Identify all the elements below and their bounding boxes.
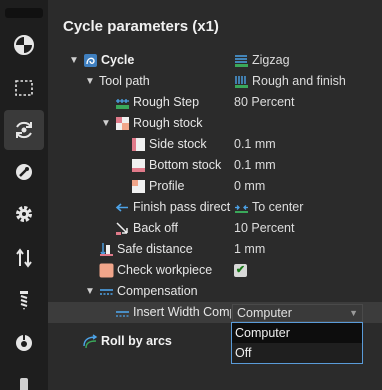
tree-row-rough-step[interactable]: Rough Step 80 Percent xyxy=(48,92,382,113)
roll-by-arcs-icon xyxy=(83,334,98,349)
tree-row-profile[interactable]: Profile 0 mm xyxy=(48,176,382,197)
tree-label: Check workpiece xyxy=(117,263,213,277)
tree-value: To center xyxy=(252,200,304,214)
tree-value: 0.1 mm xyxy=(234,158,276,172)
tree-row-check-workpiece[interactable]: Check workpiece ✔ xyxy=(48,260,382,281)
dropdown-option-off[interactable]: Off xyxy=(232,343,362,363)
tree-row-safe-distance[interactable]: Safe distance 1 mm xyxy=(48,239,382,260)
collapse-arrow-icon[interactable]: ▼ xyxy=(100,113,112,134)
rough-stock-icon xyxy=(115,116,130,131)
tree-label: Profile xyxy=(149,179,185,193)
tree-row-tool-path[interactable]: ▼ Tool path Rough and finish xyxy=(48,71,382,92)
tree-value: 10 Percent xyxy=(234,221,295,235)
tree-label: Rough stock xyxy=(133,116,203,130)
spindle-icon[interactable] xyxy=(4,322,44,362)
cycle-icon xyxy=(83,53,98,68)
tree-label: Side stock xyxy=(149,137,207,151)
check-workpiece-checkbox[interactable]: ✔ xyxy=(234,264,247,277)
tree-label: Safe distance xyxy=(117,242,193,256)
tree-value: 0 mm xyxy=(234,179,266,193)
profile-icon xyxy=(131,179,146,194)
rough-step-icon xyxy=(115,95,130,110)
gear-icon[interactable] xyxy=(4,194,44,234)
tree-row-compensation[interactable]: ▼ Compensation xyxy=(48,281,382,302)
rough-finish-icon xyxy=(234,74,249,89)
drill-bit-icon[interactable] xyxy=(4,280,44,320)
tree-label: Finish pass direction xyxy=(133,200,231,214)
chevron-down-icon[interactable]: ▼ xyxy=(349,305,358,321)
combo-value: Computer xyxy=(237,306,292,320)
tree-label: Roll by arcs xyxy=(101,334,172,348)
safe-distance-icon xyxy=(99,242,114,257)
sidebar-scroll-handle[interactable] xyxy=(20,378,28,390)
back-off-icon xyxy=(115,221,130,236)
dashed-rect-icon[interactable] xyxy=(4,68,44,108)
tool-sidebar xyxy=(0,0,48,390)
insert-width-icon xyxy=(115,305,130,320)
dropdown-option-computer[interactable]: Computer xyxy=(232,323,362,343)
tree-value: Zigzag xyxy=(252,53,290,67)
zigzag-icon xyxy=(234,53,249,68)
collapse-arrow-icon[interactable]: ▼ xyxy=(68,50,80,71)
tree-row-back-off[interactable]: Back off 10 Percent xyxy=(48,218,382,239)
tree-row-finish-pass[interactable]: Finish pass direction To center xyxy=(48,197,382,218)
compensation-icon xyxy=(99,284,114,299)
tree-label: Back off xyxy=(133,221,178,235)
transfer-arrows-icon[interactable] xyxy=(4,238,44,278)
tree-value: Rough and finish xyxy=(252,74,346,88)
sidebar-top-bar xyxy=(5,8,43,18)
to-center-icon xyxy=(234,200,249,215)
side-stock-icon xyxy=(131,137,146,152)
panel-title: Cycle parameters (x1) xyxy=(63,18,219,35)
tree-label: Insert Width Compensation xyxy=(133,305,231,319)
tree-row-bottom-stock[interactable]: Bottom stock 0.1 mm xyxy=(48,155,382,176)
collapse-arrow-icon[interactable]: ▼ xyxy=(84,281,96,302)
cycle-parameters-panel: Cycle parameters (x1) ▼ Cycle Zigzag ▼ T… xyxy=(48,0,382,390)
tree-value: 1 mm xyxy=(234,242,266,256)
bottom-stock-icon xyxy=(131,158,146,173)
tree-value: 80 Percent xyxy=(234,95,295,109)
tree-label: Cycle xyxy=(101,53,135,67)
tree-row-rough-stock[interactable]: ▼ Rough stock xyxy=(48,113,382,134)
tree-label: Bottom stock xyxy=(149,158,222,172)
tree-row-side-stock[interactable]: Side stock 0.1 mm xyxy=(48,134,382,155)
tree-label: Compensation xyxy=(117,284,198,298)
wrench-icon[interactable] xyxy=(4,152,44,192)
collapse-arrow-icon[interactable]: ▼ xyxy=(84,71,96,92)
workpiece-icon xyxy=(99,263,114,278)
insert-width-combo[interactable]: Computer ▼ xyxy=(232,304,363,322)
tree-row-cycle[interactable]: ▼ Cycle Zigzag xyxy=(48,50,382,71)
cycle-rotate-icon[interactable] xyxy=(4,110,44,150)
finish-pass-arrow-icon xyxy=(115,200,130,215)
quadrant-icon[interactable] xyxy=(4,25,44,65)
tree-value: 0.1 mm xyxy=(234,137,276,151)
insert-width-dropdown: Computer Off xyxy=(231,322,363,364)
tree-label: Rough Step xyxy=(133,95,200,109)
tree-label: Tool path xyxy=(99,74,150,88)
